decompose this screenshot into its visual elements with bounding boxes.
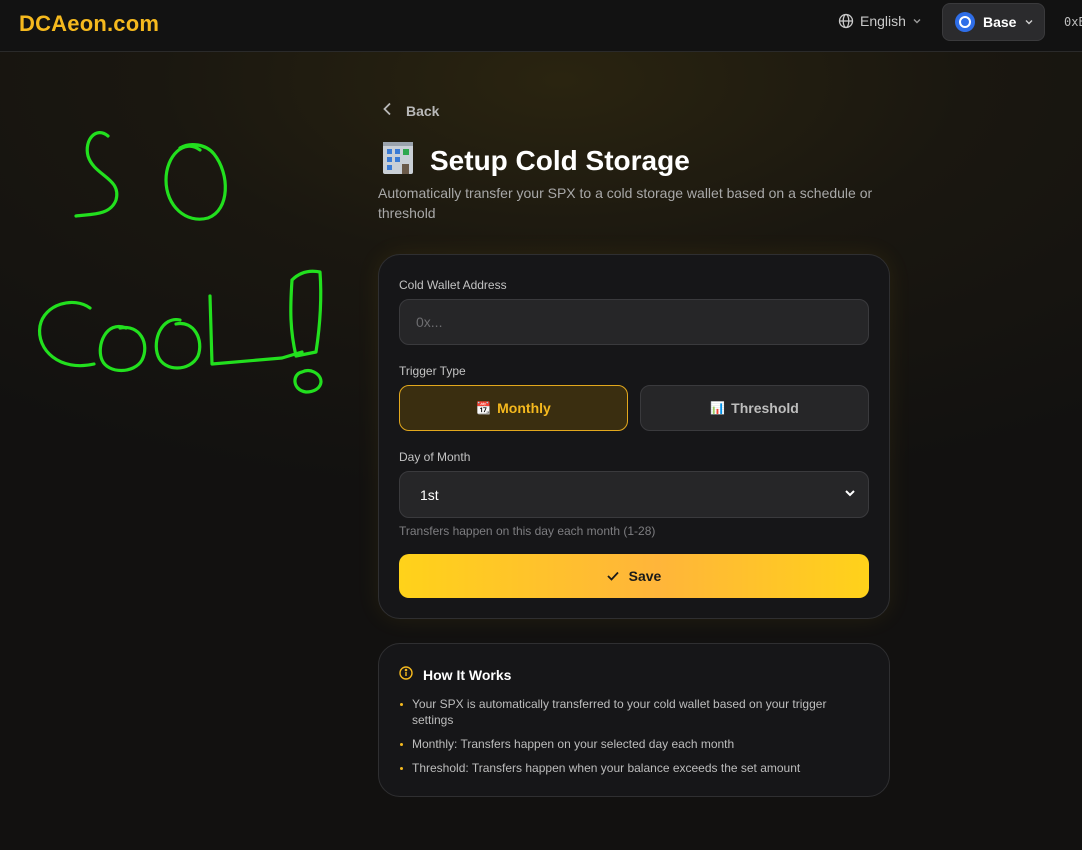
page-title: Setup Cold Storage [430, 144, 690, 176]
trigger-monthly-label: Monthly [497, 400, 551, 416]
cold-wallet-address-input[interactable] [399, 299, 869, 345]
base-network-icon [955, 12, 975, 32]
bar-chart-icon: 📊 [710, 401, 726, 415]
check-icon [607, 568, 619, 584]
chevron-down-icon [844, 486, 856, 504]
building-icon [380, 140, 416, 181]
how-it-works-title: How It Works [423, 666, 512, 683]
trigger-threshold-button[interactable]: 📊 Threshold [640, 385, 869, 431]
language-selector[interactable]: English [838, 13, 922, 29]
day-of-month-value: 1st [420, 486, 439, 503]
how-it-works-heading: How It Works [399, 666, 511, 683]
back-link[interactable]: Back [382, 102, 439, 119]
chevron-down-icon [912, 16, 922, 26]
network-label: Base [983, 14, 1017, 30]
trigger-monthly-button[interactable]: 📆 Monthly [399, 385, 628, 431]
list-item: Threshold: Transfers happen when your ba… [399, 760, 859, 776]
info-icon [399, 666, 413, 683]
handwritten-doodle [38, 131, 323, 394]
calendar-icon: 📆 [476, 401, 492, 415]
save-label: Save [628, 568, 662, 584]
day-of-month-label: Day of Month [399, 450, 471, 464]
site-logo[interactable]: DCAeon.com [19, 11, 159, 37]
how-it-works-list: Your SPX is automatically transferred to… [399, 696, 859, 784]
save-button[interactable]: Save [399, 554, 869, 598]
list-item: Monthly: Transfers happen on your select… [399, 736, 859, 752]
page-subtitle: Automatically transfer your SPX to a col… [378, 185, 873, 221]
cold-storage-form-card: Cold Wallet Address Trigger Type 📆 Month… [378, 254, 890, 619]
trigger-threshold-label: Threshold [731, 400, 799, 416]
globe-icon [838, 13, 854, 29]
chevron-left-icon [382, 102, 394, 119]
day-of-month-select[interactable]: 1st [399, 471, 869, 518]
language-label: English [860, 13, 906, 29]
wallet-address-button[interactable]: 0xB [1064, 15, 1082, 29]
wallet-address-label: Cold Wallet Address [399, 278, 507, 292]
chevron-down-icon [1024, 14, 1034, 30]
how-it-works-card: How It Works Your SPX is automatically t… [378, 643, 890, 797]
trigger-type-label: Trigger Type [399, 364, 466, 378]
page-title-row: Setup Cold Storage [380, 140, 690, 181]
network-selector[interactable]: Base [942, 3, 1045, 41]
day-of-month-hint: Transfers happen on this day each month … [399, 524, 656, 538]
top-bar: DCAeon.com English Base 0xB [0, 0, 1082, 52]
back-label: Back [406, 102, 440, 119]
list-item: Your SPX is automatically transferred to… [399, 696, 859, 728]
